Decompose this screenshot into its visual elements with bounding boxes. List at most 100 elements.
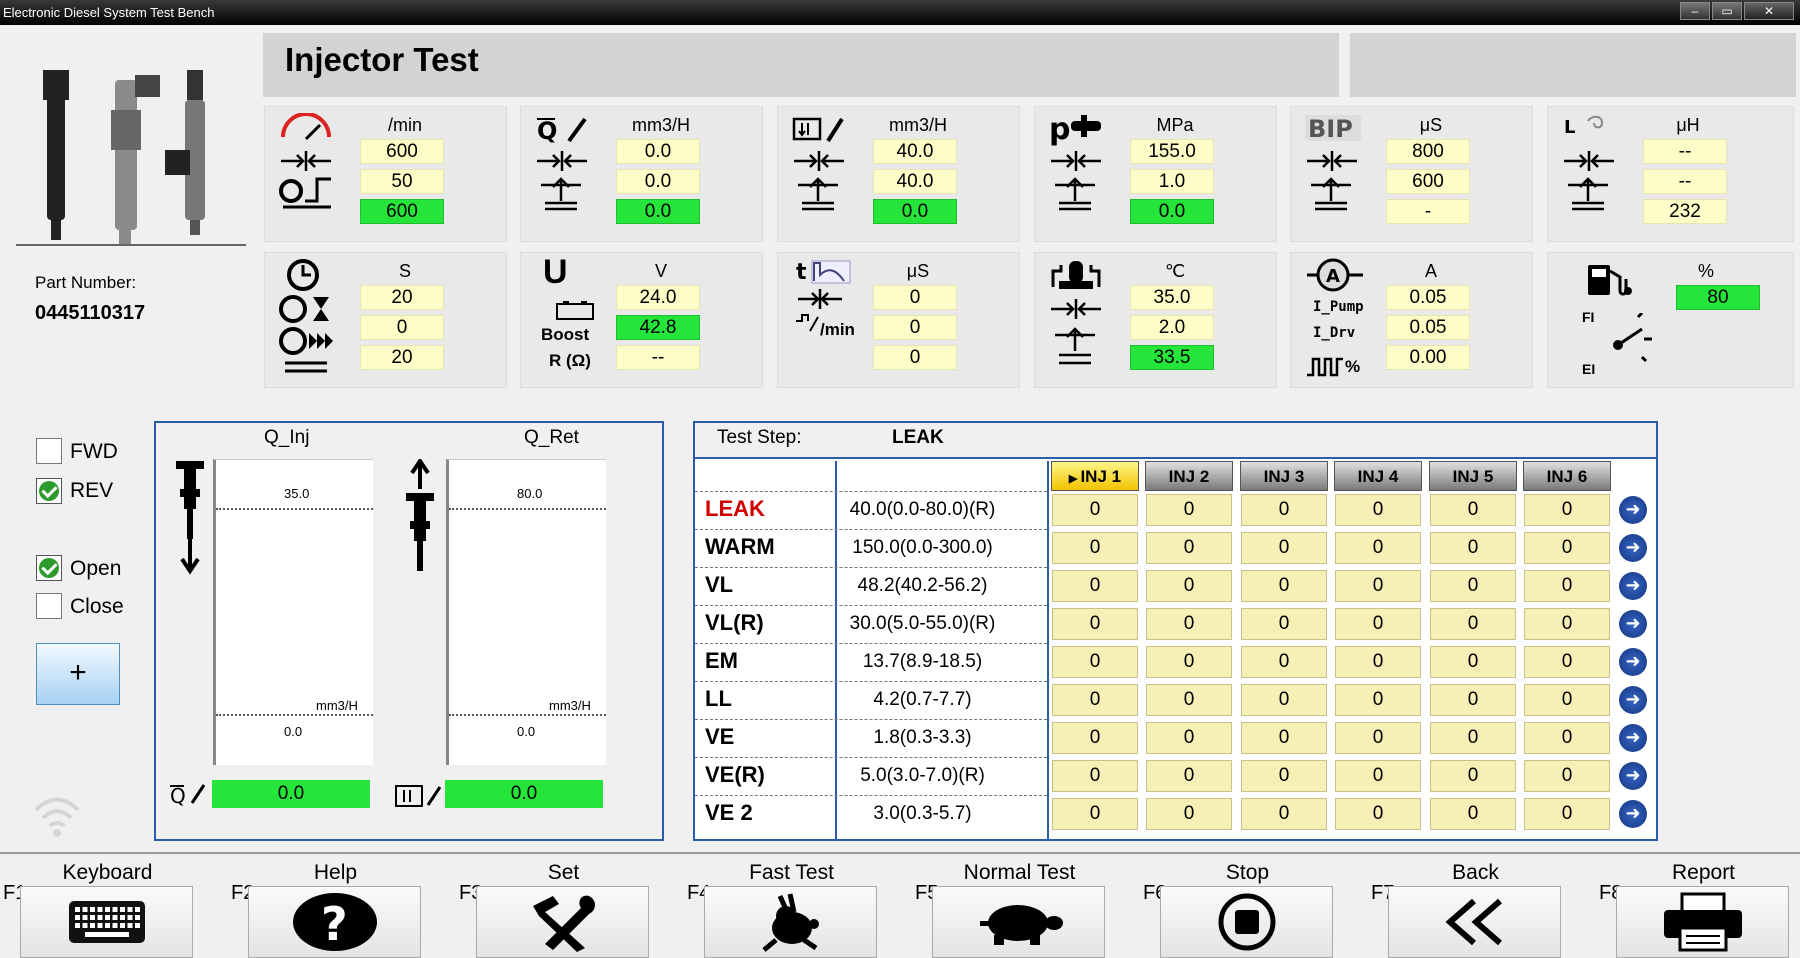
test-row-name[interactable]: WARM [705,534,775,560]
open-checkbox[interactable] [36,555,62,581]
speed-set-value[interactable]: 600 [360,139,444,164]
pressure-tolerance[interactable]: 1.0 [1130,169,1214,194]
result-cell: 0 [1052,684,1138,716]
fkey-f7: Back F7 [1368,854,1568,958]
voltage-unit: V [654,261,667,281]
back-button[interactable] [1388,886,1561,958]
voltage-set[interactable]: 24.0 [616,285,700,310]
row-go-arrow-icon[interactable]: ➜ [1619,648,1647,676]
fkey-f3: Set F3 [456,854,656,958]
result-cell: 0 [1241,760,1327,792]
stop-icon [1218,893,1275,951]
minimize-button[interactable]: ‒ [1680,2,1710,20]
maximize-button[interactable]: ▭ [1712,2,1742,20]
injector-column-header-3[interactable]: INJ 3 [1240,461,1328,491]
card-time: S 20 0 20 [264,252,507,388]
q-ret-value: 0.0 [445,780,603,808]
row-go-arrow-icon[interactable]: ➜ [1619,534,1647,562]
injection-quantity-icon: Q [527,113,597,218]
fkey-f2: Help F2? [228,854,428,958]
inductance-tolerance[interactable]: -- [1643,169,1727,194]
pump-current-value[interactable]: 0.05 [1386,285,1470,310]
test-row-name[interactable]: EM [705,648,738,674]
test-row-name[interactable]: VL [705,572,733,598]
close-checkbox[interactable] [36,593,62,619]
fwd-checkbox[interactable] [36,438,62,464]
test-row-name[interactable]: LEAK [705,496,765,522]
result-cell: 0 [1524,760,1610,792]
fkey-f8: Report F8 [1596,854,1796,958]
injector-column-header-4[interactable]: INJ 4 [1334,461,1422,491]
injector-column-header-1[interactable]: ▶ INJ 1 [1051,461,1139,491]
set-button[interactable] [476,886,649,958]
inductance-set[interactable]: -- [1643,139,1727,164]
row-go-arrow-icon[interactable]: ➜ [1619,686,1647,714]
result-cell: 0 [1524,646,1610,678]
result-cell: 0 [1335,722,1421,754]
help-button[interactable]: ? [248,886,421,958]
rev-checkbox[interactable] [36,478,62,504]
injection-quantity-actual: 0.0 [616,199,700,224]
pressure-set[interactable]: 155.0 [1130,139,1214,164]
open-label: Open [70,557,122,580]
test-row-name[interactable]: VE(R) [705,762,765,788]
speed-tolerance-value[interactable]: 50 [360,169,444,194]
stop-button[interactable] [1160,886,1333,958]
page-header: Injector Test [263,33,1339,97]
injector-column-header-5[interactable]: INJ 5 [1429,461,1517,491]
pulse-frequency-value[interactable]: 0 [873,315,957,340]
q-inj-min-line [216,714,373,716]
result-cell: 0 [1241,646,1327,678]
bip-tolerance[interactable]: 600 [1386,169,1470,194]
return-quantity-small-icon [394,783,444,814]
result-cell: 0 [1430,798,1516,830]
result-cell: 0 [1146,494,1232,526]
card-injection-quantity: Q mm3/H 0.0 0.0 0.0 [520,106,763,242]
pulse-width-value[interactable]: 0 [873,285,957,310]
row-go-arrow-icon[interactable]: ➜ [1619,610,1647,638]
injector-column-header-6[interactable]: INJ 6 [1523,461,1611,491]
return-quantity-tolerance[interactable]: 40.0 [873,169,957,194]
time-value-2[interactable]: 0 [360,315,444,340]
row-go-arrow-icon[interactable]: ➜ [1619,572,1647,600]
time-value-3[interactable]: 20 [360,345,444,370]
row-go-arrow-icon[interactable]: ➜ [1619,800,1647,828]
bip-icon: BIP [1297,111,1367,216]
injection-quantity-set[interactable]: 0.0 [616,139,700,164]
card-voltage: U Boost R (Ω) V 24.0 42.8 -- [520,252,763,388]
bip-unit: μS [1419,115,1443,135]
pwm-value[interactable]: 0.00 [1386,345,1470,370]
fast-test-button[interactable] [704,886,877,958]
test-row-name[interactable]: VE 2 [705,800,753,826]
add-button[interactable]: + [36,643,120,705]
battery-icon [555,299,595,326]
report-button[interactable] [1616,886,1789,958]
test-row-name[interactable]: LL [705,686,732,712]
injector-column-header-2[interactable]: INJ 2 [1145,461,1233,491]
row-go-arrow-icon[interactable]: ➜ [1619,724,1647,752]
test-row-name[interactable]: VE [705,724,734,750]
result-cell: 0 [1430,722,1516,754]
return-quantity-set[interactable]: 40.0 [873,139,957,164]
injection-quantity-tolerance[interactable]: 0.0 [616,169,700,194]
pulse-width-unit: μS [906,261,930,281]
speed-unit: /min [387,115,422,135]
close-button[interactable]: ✕ [1744,2,1794,20]
row-go-arrow-icon[interactable]: ➜ [1619,496,1647,524]
result-cell: 0 [1524,570,1610,602]
result-cell: 0 [1430,646,1516,678]
result-cell: 0 [1241,570,1327,602]
ammeter-icon-letter: A [1326,266,1340,287]
fkey-label: Back [1452,861,1499,884]
drive-current-value[interactable]: 0.05 [1386,315,1470,340]
time-value-1[interactable]: 20 [360,285,444,310]
row-separator [695,567,1047,568]
test-row-name[interactable]: VL(R) [705,610,764,636]
temperature-tolerance[interactable]: 2.0 [1130,315,1214,340]
pulse-time-letter: t [796,260,807,285]
bip-set[interactable]: 800 [1386,139,1470,164]
keyboard-button[interactable] [20,886,193,958]
row-go-arrow-icon[interactable]: ➜ [1619,762,1647,790]
temperature-set[interactable]: 35.0 [1130,285,1214,310]
normal-test-button[interactable] [932,886,1105,958]
